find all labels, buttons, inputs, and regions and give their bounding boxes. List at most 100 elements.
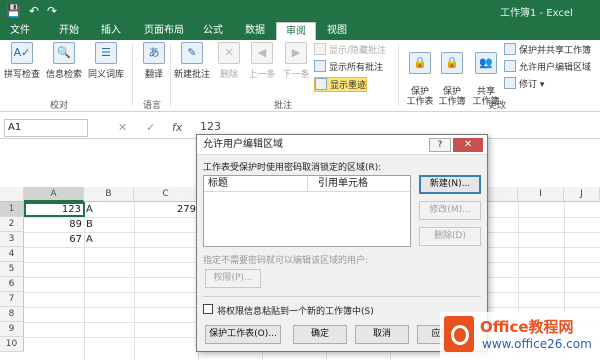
tab-formulas[interactable]: 公式 bbox=[194, 22, 232, 40]
undo-icon[interactable]: ↶ bbox=[29, 3, 39, 19]
allow-edit-icon bbox=[504, 60, 516, 72]
row-header[interactable]: 3 bbox=[0, 232, 24, 247]
previous-icon: ◀ bbox=[251, 42, 273, 64]
thesaurus-icon: ☰ bbox=[95, 42, 117, 64]
protect-share-icon bbox=[504, 43, 516, 55]
cell-b2[interactable]: B bbox=[84, 217, 134, 232]
spell-check-icon: A✓ bbox=[11, 42, 33, 64]
column-header[interactable]: A bbox=[24, 187, 84, 202]
cell-a3[interactable]: 67 bbox=[24, 232, 84, 247]
comment-icon bbox=[314, 43, 326, 55]
new-comment-icon: ✎ bbox=[181, 42, 203, 64]
cell-b3[interactable]: A bbox=[84, 232, 134, 247]
translate-icon: あ bbox=[143, 42, 165, 64]
quick-access-toolbar: 💾 ↶ ↷ bbox=[6, 3, 57, 19]
column-header[interactable]: C bbox=[134, 187, 198, 202]
row-header[interactable]: 10 bbox=[0, 337, 24, 352]
delete-comment-icon: ✕ bbox=[218, 42, 240, 64]
tab-file[interactable]: 文件 bbox=[0, 22, 40, 40]
spell-check-button[interactable]: A✓ 拼写检查 bbox=[2, 42, 42, 92]
delete-range-button[interactable]: 删除(D) bbox=[419, 227, 481, 246]
protect-share-workbook-button[interactable]: 保护并共享工作簿 bbox=[504, 43, 591, 58]
dialog-divider bbox=[203, 296, 481, 297]
insert-function-icon[interactable]: fx bbox=[172, 121, 182, 134]
research-button[interactable]: 🔍 信息检索 bbox=[44, 42, 84, 92]
row-header[interactable]: 1 bbox=[0, 202, 24, 217]
enter-icon[interactable]: ✓ bbox=[146, 121, 155, 134]
tab-data[interactable]: 数据 bbox=[236, 22, 274, 40]
tab-view[interactable]: 视图 bbox=[318, 22, 356, 40]
previous-comment-button[interactable]: ◀ 上一条 bbox=[244, 42, 280, 92]
group-divider bbox=[170, 44, 171, 106]
ranges-list[interactable]: 标题 引用单元格 bbox=[203, 175, 411, 247]
share-workbook-icon: 👥 bbox=[475, 52, 497, 74]
cancel-icon[interactable]: ✕ bbox=[118, 121, 127, 134]
tab-review[interactable]: 审阅 bbox=[276, 22, 316, 40]
protect-sheet-button[interactable]: 保护工作表(O)... bbox=[205, 325, 281, 344]
track-changes-button[interactable]: 修订 ▾ bbox=[504, 77, 544, 92]
column-title-header[interactable]: 标题 bbox=[204, 176, 308, 192]
thesaurus-button[interactable]: ☰ 同义词库 bbox=[86, 42, 126, 92]
ink-icon bbox=[315, 78, 327, 90]
tab-home[interactable]: 开始 bbox=[50, 22, 88, 40]
site-watermark: Office教程网 www.office26.com bbox=[440, 312, 600, 360]
column-ref-header[interactable]: 引用单元格 bbox=[308, 176, 410, 192]
paste-permissions-label[interactable]: 将权限信息粘贴到一个新的工作簿中(S) bbox=[217, 304, 374, 317]
select-all-corner[interactable] bbox=[0, 187, 24, 202]
modify-range-button[interactable]: 修改(M)... bbox=[419, 201, 481, 220]
tab-page-layout[interactable]: 页面布局 bbox=[136, 22, 192, 40]
next-comment-button[interactable]: ▶ 下一条 bbox=[278, 42, 314, 92]
paste-permissions-checkbox[interactable] bbox=[203, 304, 213, 314]
watermark-name: Office教程网 bbox=[480, 318, 574, 336]
group-divider bbox=[132, 44, 133, 106]
research-icon: 🔍 bbox=[53, 42, 75, 64]
cancel-button[interactable]: 取消 bbox=[355, 325, 409, 344]
changes-group-label: 更改 bbox=[488, 101, 507, 111]
save-icon[interactable]: 💾 bbox=[6, 3, 21, 19]
name-box[interactable]: A1 bbox=[4, 119, 88, 137]
translate-button[interactable]: あ 翻译 bbox=[134, 42, 174, 92]
delete-comment-button[interactable]: ✕ 删除 bbox=[212, 42, 246, 92]
row-header[interactable]: 8 bbox=[0, 307, 24, 322]
row-header[interactable]: 9 bbox=[0, 322, 24, 337]
chevron-down-icon: ▾ bbox=[537, 80, 545, 90]
grid-line bbox=[134, 202, 135, 360]
row-header[interactable]: 2 bbox=[0, 217, 24, 232]
language-group-label: 语言 bbox=[143, 101, 162, 111]
users-label: 指定不需要密码就可以编辑该区域的用户: bbox=[203, 256, 369, 266]
cell-a1[interactable]: 123 bbox=[24, 202, 85, 217]
proofing-group-label: 校对 bbox=[50, 101, 69, 111]
protect-sheet-icon: 🔒 bbox=[409, 52, 431, 74]
show-all-comments-button[interactable]: 显示所有批注 bbox=[314, 60, 383, 75]
row-header[interactable]: 4 bbox=[0, 247, 24, 262]
office-logo-icon bbox=[444, 316, 474, 352]
cell-a2[interactable]: 89 bbox=[24, 217, 84, 232]
row-header[interactable]: 7 bbox=[0, 292, 24, 307]
comments-icon bbox=[314, 60, 326, 72]
share-workbook-button[interactable]: 👥 共享 工作簿 bbox=[466, 42, 506, 107]
formula-input[interactable]: 123 bbox=[200, 120, 221, 133]
help-button[interactable]: ? bbox=[429, 138, 451, 152]
ok-button[interactable]: 确定 bbox=[293, 325, 347, 344]
ribbon-review: A✓ 拼写检查 🔍 信息检索 ☰ 同义词库 校对 あ 翻译 语言 ✎ 新建批注 … bbox=[0, 40, 600, 112]
column-header[interactable]: J bbox=[564, 187, 600, 202]
cell-c1[interactable]: 279 bbox=[134, 202, 198, 217]
new-comment-button[interactable]: ✎ 新建批注 bbox=[172, 42, 212, 92]
row-header[interactable]: 5 bbox=[0, 262, 24, 277]
column-header[interactable]: I bbox=[518, 187, 564, 202]
new-range-button[interactable]: 新建(N)... bbox=[419, 175, 481, 194]
ribbon-tabs: 文件 开始 插入 页面布局 公式 数据 审阅 视图 bbox=[0, 22, 600, 40]
watermark-url: www.office26.com bbox=[482, 337, 592, 351]
cell-b1[interactable]: A bbox=[84, 202, 134, 217]
ranges-label: 工作表受保护时使用密码取消锁定的区域(R): bbox=[203, 163, 382, 173]
row-header[interactable]: 6 bbox=[0, 277, 24, 292]
show-ink-button[interactable]: 显示墨迹 bbox=[314, 77, 368, 92]
redo-icon[interactable]: ↷ bbox=[47, 3, 57, 19]
permissions-button[interactable]: 权限(P)... bbox=[205, 269, 261, 288]
close-button[interactable]: ✕ bbox=[453, 138, 483, 152]
allow-edit-ranges-button[interactable]: 允许用户编辑区域 bbox=[504, 60, 591, 75]
show-hide-comment-button[interactable]: 显示/隐藏批注 bbox=[314, 43, 386, 58]
track-changes-icon bbox=[504, 77, 516, 89]
column-header[interactable]: B bbox=[84, 187, 134, 202]
tab-insert[interactable]: 插入 bbox=[92, 22, 130, 40]
